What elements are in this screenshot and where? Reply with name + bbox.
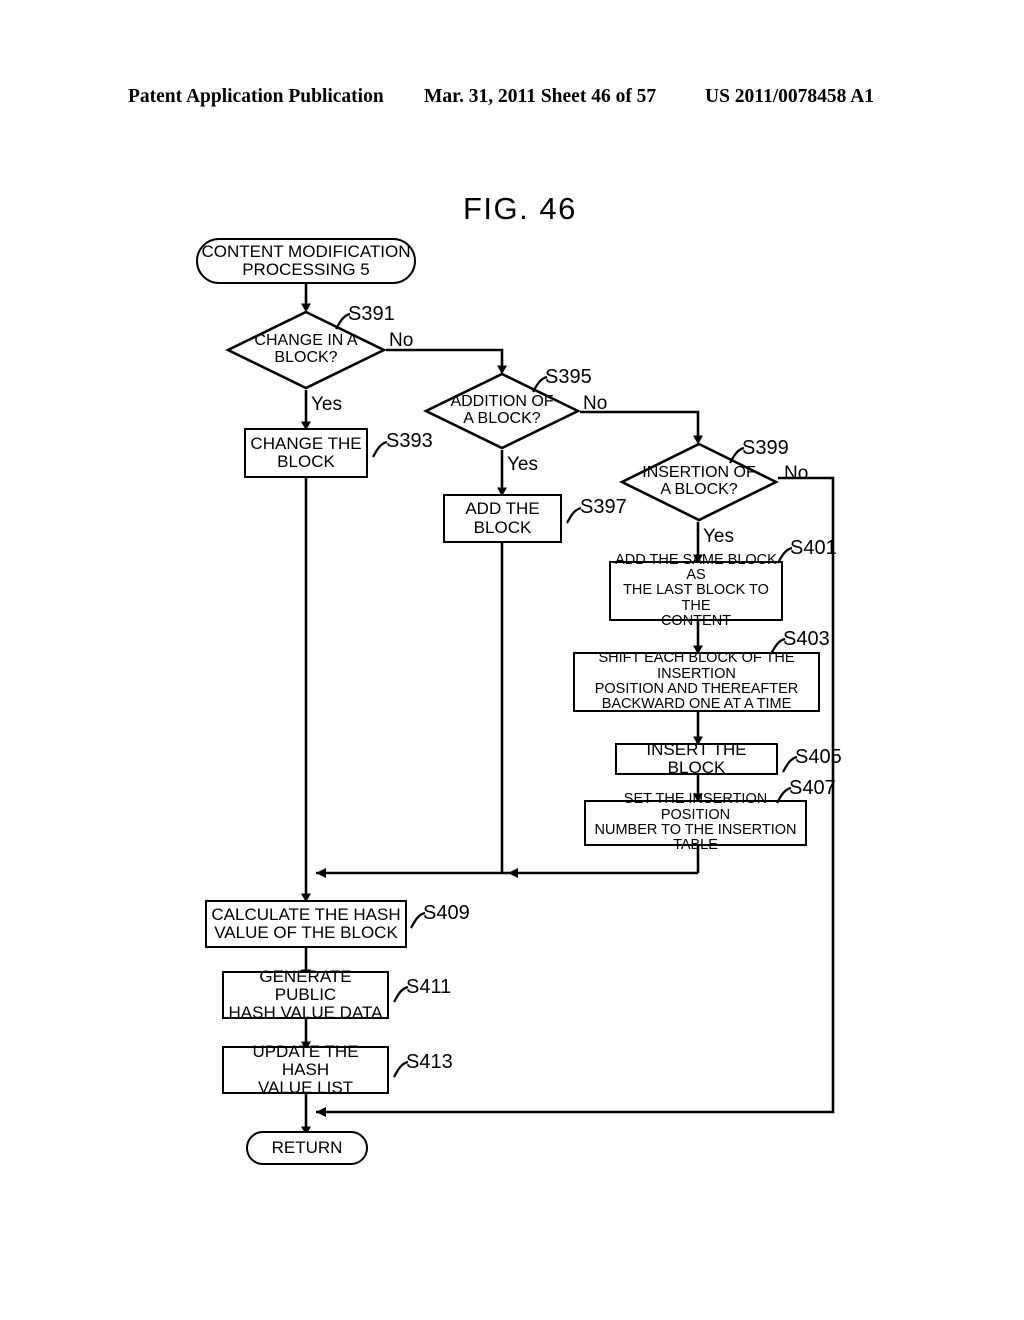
step-hook-s405: [782, 755, 798, 773]
flow-start-label: CONTENT MODIFICATION PROCESSING 5: [201, 242, 411, 279]
branch-label-s395-no: No: [583, 393, 608, 414]
process-change-the-block: CHANGE THE BLOCK: [244, 428, 368, 478]
process-s401-label: ADD THE SAME BLOCK AS THE LAST BLOCK TO …: [615, 551, 777, 630]
branch-label-s395-yes: Yes: [507, 454, 538, 475]
header-patent-number: US 2011/0078458 A1: [705, 86, 875, 107]
process-s405-label: INSERT THE BLOCK: [646, 739, 747, 777]
step-hook-s395: [532, 375, 548, 393]
header-date-sheet-label: Mar. 31, 2011 Sheet 46 of 57: [424, 86, 657, 107]
step-label-s407: S407: [789, 777, 836, 799]
step-label-s403: S403: [783, 628, 830, 650]
step-hook-s407: [776, 786, 792, 804]
figure-title: FIG. 46: [463, 191, 577, 226]
process-s403-label: SHIFT EACH BLOCK OF THE INSERTION POSITI…: [594, 650, 799, 713]
process-calculate-hash-value: CALCULATE THE HASH VALUE OF THE BLOCK: [205, 900, 407, 948]
process-s413-label: UPDATE THE HASH VALUE LIST: [252, 1041, 359, 1098]
flow-return-label: RETURN: [271, 1138, 343, 1158]
step-label-s399: S399: [742, 437, 789, 459]
process-add-same-block-as-last: ADD THE SAME BLOCK AS THE LAST BLOCK TO …: [609, 552, 783, 629]
process-s407-label: SET THE INSERTION POSITION NUMBER TO THE…: [594, 791, 797, 854]
patent-figure-page: Patent Application Publication Mar. 31, …: [0, 0, 1024, 1320]
step-label-s409: S409: [423, 902, 470, 924]
process-s411-label: GENERATE PUBLIC HASH VALUE DATA: [228, 966, 383, 1023]
process-add-the-block: ADD THE BLOCK: [443, 494, 562, 543]
step-label-s413: S413: [406, 1051, 453, 1073]
step-label-s395: S395: [545, 366, 592, 388]
process-s393-label: CHANGE THE BLOCK: [250, 433, 362, 471]
header-publication-label: Patent Application Publication: [128, 86, 384, 107]
step-label-s391: S391: [348, 303, 395, 325]
step-hook-s411: [393, 985, 409, 1003]
step-hook-s401: [777, 546, 793, 564]
branch-label-s399-yes: Yes: [703, 526, 734, 547]
process-insert-the-block: INSERT THE BLOCK: [615, 739, 778, 777]
process-generate-public-hash-data: GENERATE PUBLIC HASH VALUE DATA: [222, 966, 389, 1023]
process-update-hash-value-list: UPDATE THE HASH VALUE LIST: [222, 1041, 389, 1098]
step-hook-s393: [372, 440, 388, 458]
flow-return-terminal: RETURN: [246, 1131, 368, 1165]
step-label-s411: S411: [406, 976, 452, 998]
branch-label-s391-no: No: [389, 330, 414, 351]
process-s409-label: CALCULATE THE HASH VALUE OF THE BLOCK: [211, 904, 401, 942]
step-hook-s403: [770, 637, 786, 655]
branch-label-s399-no: No: [784, 463, 809, 484]
process-shift-blocks-backward: SHIFT EACH BLOCK OF THE INSERTION POSITI…: [573, 650, 820, 713]
step-label-s405: S405: [795, 746, 842, 768]
process-s397-label: ADD THE BLOCK: [465, 499, 540, 537]
flow-start-terminal: CONTENT MODIFICATION PROCESSING 5: [196, 238, 416, 284]
step-hook-s399: [729, 446, 745, 464]
step-hook-s397: [566, 506, 582, 524]
branch-label-s391-yes: Yes: [311, 394, 342, 415]
step-hook-s391: [335, 312, 351, 330]
process-set-insertion-position-number: SET THE INSERTION POSITION NUMBER TO THE…: [584, 792, 807, 853]
step-hook-s413: [393, 1060, 409, 1078]
publication-header: Patent Application Publication Mar. 31, …: [0, 86, 1024, 112]
step-hook-s409: [410, 911, 426, 929]
step-label-s401: S401: [790, 537, 837, 559]
